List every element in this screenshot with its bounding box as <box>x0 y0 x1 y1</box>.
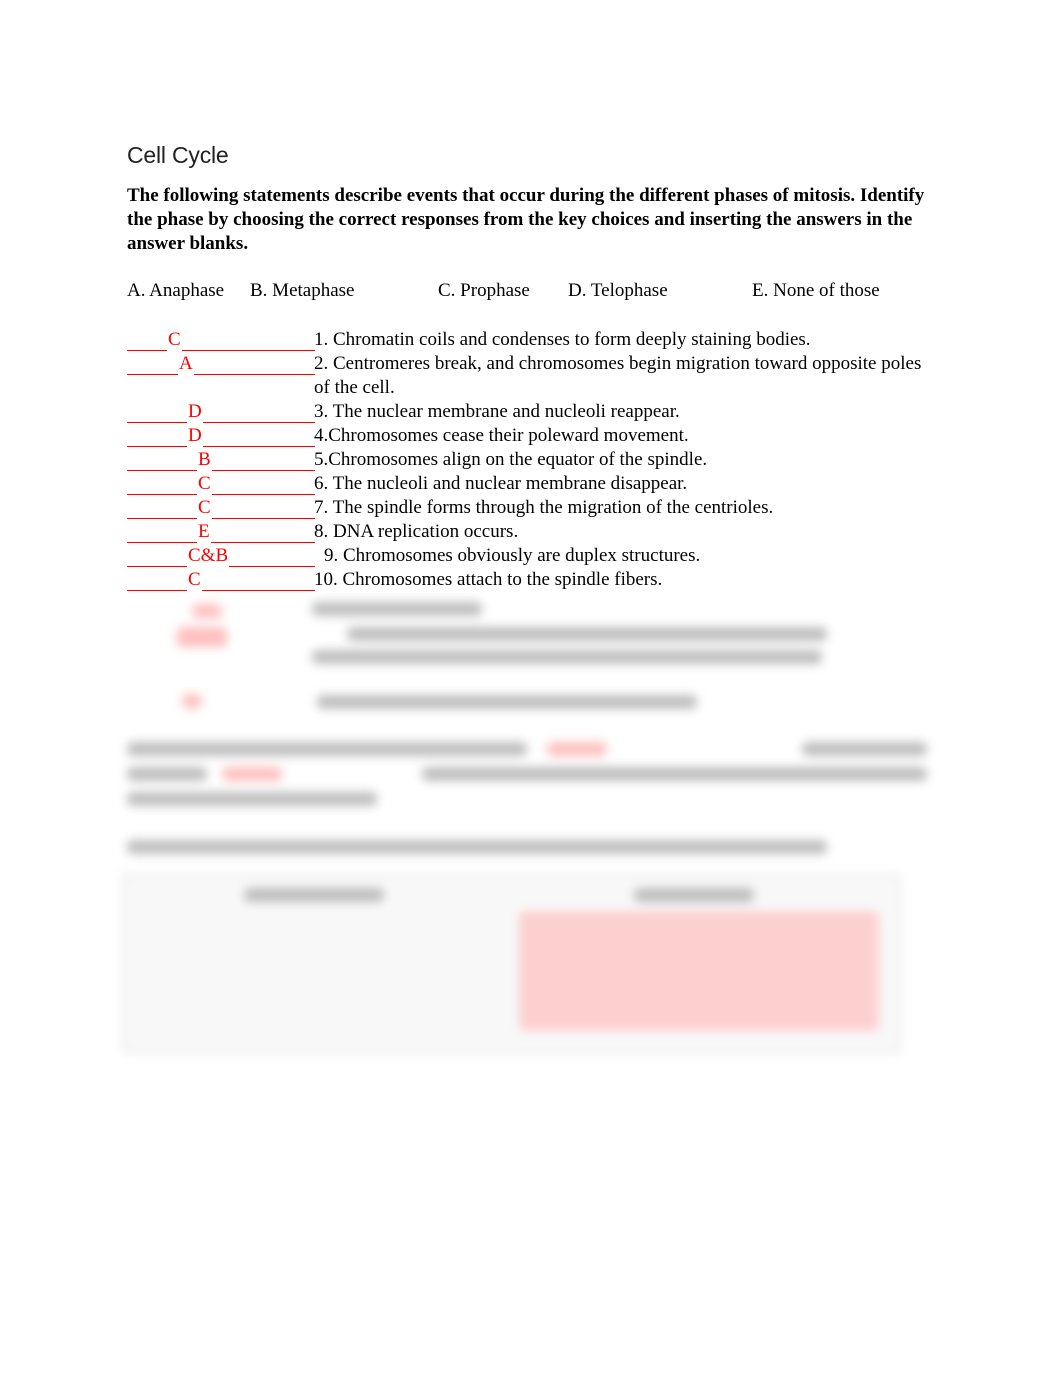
question-statement: 1. Chromatin coils and condenses to form… <box>314 329 811 350</box>
answer-value: D <box>187 400 203 424</box>
key-choice-c: C. Prophase <box>438 280 530 301</box>
answer-value: A <box>178 352 194 376</box>
question-statement: 2. Centromeres break, and chromosomes be… <box>314 353 922 398</box>
answer-value: C&B <box>187 544 230 568</box>
answer-blank[interactable] <box>127 448 315 471</box>
answer-blank[interactable] <box>127 352 315 375</box>
answer-value: C <box>197 496 212 520</box>
question-item: C 1. Chromatin coils and condenses to fo… <box>127 328 947 352</box>
question-item: C&B 9. Chromosomes obviously are duplex … <box>127 544 947 568</box>
obscured-answer <box>192 604 222 618</box>
answer-blank[interactable] <box>127 472 315 495</box>
key-choice-a: A. Anaphase <box>127 280 225 301</box>
question-statement: 7. The spindle forms through the migrati… <box>314 497 774 518</box>
answer-blank[interactable] <box>127 496 315 519</box>
question-statement: 4.Chromosomes cease their poleward movem… <box>314 425 689 446</box>
obscured-answer <box>177 627 227 647</box>
answer-value: D <box>187 424 203 448</box>
question-item: A 2. Centromeres break, and chromosomes … <box>127 352 947 400</box>
question-item: C 10. Chromosomes attach to the spindle … <box>127 568 947 592</box>
question-item: D 4.Chromosomes cease their poleward mov… <box>127 424 947 448</box>
obscured-line <box>802 742 927 756</box>
obscured-line <box>244 888 384 902</box>
question-statement: 6. The nucleoli and nuclear membrane dis… <box>314 473 688 494</box>
obscured-line <box>634 888 754 902</box>
question-item: C 6. The nucleoli and nuclear membrane d… <box>127 472 947 496</box>
key-choice-e: E. None of those <box>752 280 880 301</box>
answer-blank[interactable] <box>127 328 315 351</box>
obscured-line <box>422 767 927 781</box>
question-statement: 8. DNA replication occurs. <box>314 521 519 542</box>
obscured-line <box>347 627 827 641</box>
obscured-answer <box>182 694 202 708</box>
obscured-answer <box>519 911 879 1031</box>
answer-blank[interactable] <box>127 568 315 591</box>
obscured-answer <box>547 742 607 756</box>
question-statement: 9. Chromosomes obviously are duplex stru… <box>324 545 701 566</box>
answer-blank[interactable] <box>127 520 315 543</box>
obscured-content <box>122 592 932 1062</box>
obscured-answer <box>222 767 282 781</box>
obscured-line <box>317 695 697 709</box>
question-list: C 1. Chromatin coils and condenses to fo… <box>127 328 947 592</box>
answer-value: C <box>197 472 212 496</box>
obscured-line <box>312 650 822 664</box>
obscured-line <box>127 840 827 854</box>
answer-blank[interactable] <box>127 424 315 447</box>
obscured-table <box>122 874 901 1053</box>
question-statement: 5.Chromosomes align on the equator of th… <box>314 449 708 470</box>
page-title: Cell Cycle <box>127 142 229 168</box>
obscured-line <box>127 742 527 756</box>
instructions: The following statements describe events… <box>127 185 925 254</box>
answer-value: C <box>187 568 202 592</box>
question-statement: 3. The nuclear membrane and nucleoli rea… <box>314 401 680 422</box>
answer-value: B <box>197 448 212 472</box>
question-item: D 3. The nuclear membrane and nucleoli r… <box>127 400 947 424</box>
obscured-line <box>312 602 482 616</box>
obscured-line <box>127 767 207 781</box>
obscured-line <box>127 792 377 806</box>
answer-blank[interactable] <box>127 400 315 423</box>
key-choice-d: D. Telophase <box>568 280 668 301</box>
answer-value: E <box>197 520 211 544</box>
answer-value: C <box>167 328 182 352</box>
question-item: C 7. The spindle forms through the migra… <box>127 496 947 520</box>
question-item: B 5.Chromosomes align on the equator of … <box>127 448 947 472</box>
question-statement: 10. Chromosomes attach to the spindle fi… <box>314 569 663 590</box>
question-item: E 8. DNA replication occurs. <box>127 520 947 544</box>
key-choice-b: B. Metaphase <box>250 280 355 301</box>
